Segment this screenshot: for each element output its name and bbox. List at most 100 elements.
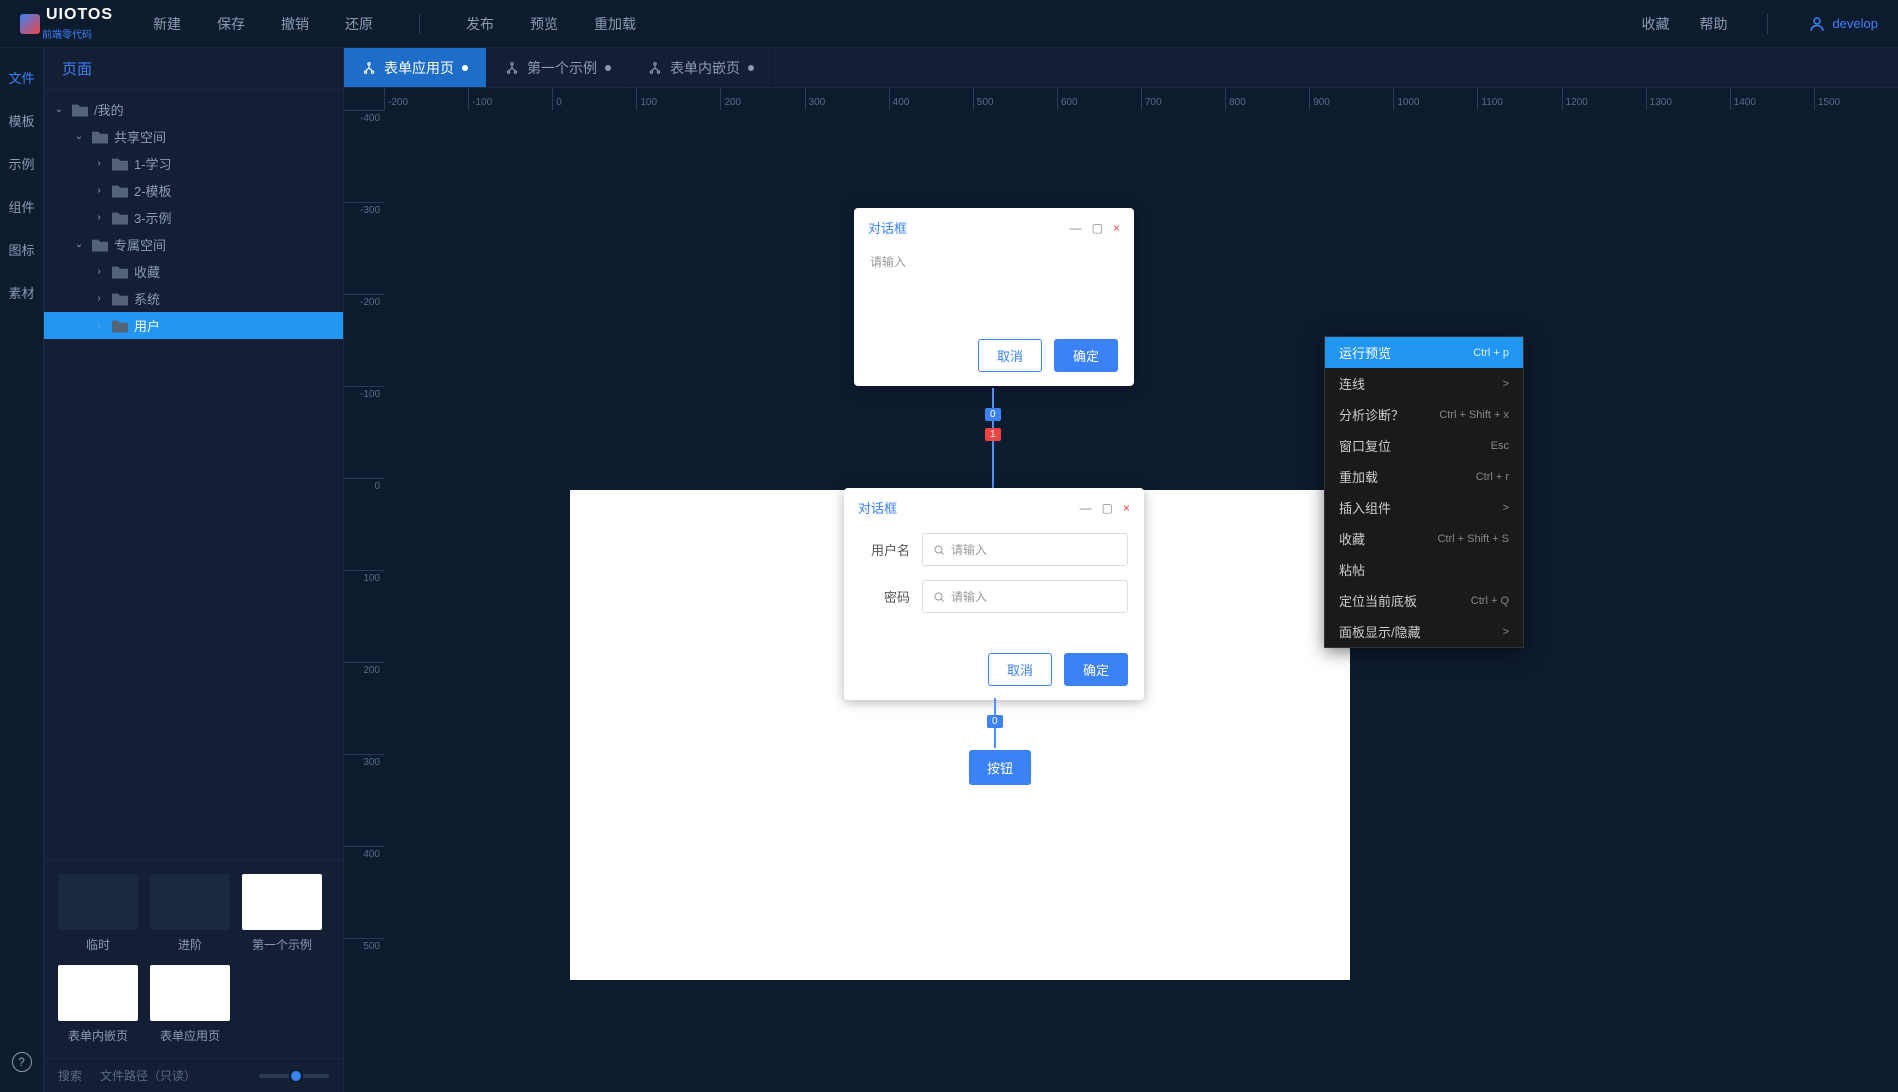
ruler-tick: 300 [344,754,384,846]
context-menu-item[interactable]: 窗口复位Esc [1325,430,1523,461]
bottom-bar: 搜索 文件路径（只读） [44,1058,343,1092]
tree-item[interactable]: › 2-模板 [44,177,343,204]
context-shortcut: > [1503,626,1509,638]
username-label: 用户名 [860,540,910,559]
context-menu: 运行预览 Ctrl + p 连线>分析诊断？Ctrl + Shift + x窗口复位… [1324,336,1524,648]
menu-reload[interactable]: 重加载 [594,14,636,34]
cancel-button[interactable]: 取消 [988,653,1052,686]
tree-item[interactable]: ›3-示例 [44,204,343,231]
confirm-button[interactable]: 确定 [1054,339,1118,372]
context-label: 插入组件 [1339,498,1391,517]
tree-toggle-icon[interactable]: › [92,293,106,304]
close-icon[interactable]: × [1113,221,1120,235]
nav-example[interactable]: 示例 [8,154,34,173]
nav-asset[interactable]: 素材 [8,283,34,302]
ruler-tick: 0 [344,478,384,570]
tab[interactable]: 表单内嵌页 [630,48,773,87]
nav-icon[interactable]: 图标 [8,240,34,259]
context-label: 运行预览 [1339,343,1391,362]
context-menu-item[interactable]: 插入组件> [1325,492,1523,523]
ruler-tick: 300 [805,88,889,110]
thumb[interactable]: 表单应用页 [150,965,230,1044]
ruler-tick: 1400 [1730,88,1814,110]
nav-template[interactable]: 模板 [8,111,34,130]
dialog-form[interactable]: 对话框 — ▢ × 用户名 请输入 [844,488,1144,700]
dialog-top[interactable]: 对话框 — ▢ × 请输入 取消 确定 [854,208,1134,386]
thumb[interactable]: 临时 [58,874,138,953]
tree-label: 2-模板 [134,181,172,200]
context-menu-item[interactable]: 定位当前底板Ctrl + Q [1325,585,1523,616]
nav-file[interactable]: 文件 [8,68,34,87]
context-menu-item[interactable]: 分析诊断？Ctrl + Shift + x [1325,399,1523,430]
tree-toggle-icon[interactable]: › [92,185,106,196]
context-menu-item[interactable]: 面板显示/隐藏> [1325,616,1523,647]
minimize-icon[interactable]: — [1080,501,1092,515]
context-menu-item[interactable]: 连线> [1325,368,1523,399]
help-icon[interactable]: ? [12,1052,32,1072]
tree-item[interactable]: ›用户 [44,312,343,339]
ruler-tick: -100 [344,386,384,478]
menu-save[interactable]: 保存 [217,14,245,34]
canvas-area: 表单应用页第一个示例表单内嵌页 -200-1000100200300400500… [344,48,1898,1092]
tree-toggle-icon[interactable]: ⌄ [52,104,66,115]
search-label[interactable]: 搜索 [58,1067,82,1084]
minimize-icon[interactable]: — [1070,221,1082,235]
ruler-tick: 800 [1225,88,1309,110]
cancel-button[interactable]: 取消 [978,339,1042,372]
context-menu-item[interactable]: 收藏Ctrl + Shift + S [1325,523,1523,554]
tree-toggle-icon[interactable]: ⌄ [72,239,86,250]
connector-badge: 0 [985,408,1001,421]
unsaved-dot-icon [462,65,468,71]
thumb[interactable]: 进阶 [150,874,230,953]
ruler-tick: 100 [344,570,384,662]
nav-component[interactable]: 组件 [8,197,34,216]
thumb[interactable]: 第一个示例 [242,874,322,953]
tree-item[interactable]: ⌄/我的 [44,96,343,123]
menu-undo[interactable]: 撤销 [281,14,309,34]
context-menu-item[interactable]: 重加载Ctrl + r [1325,461,1523,492]
close-icon[interactable]: × [1123,501,1130,515]
tree-item[interactable]: ›系统 [44,285,343,312]
menu-new[interactable]: 新建 [153,14,181,34]
context-shortcut: Ctrl + Shift + x [1439,409,1509,421]
menu-preview[interactable]: 预览 [530,14,558,34]
tree-toggle-icon[interactable]: ⌄ [72,131,86,142]
context-menu-item[interactable]: 粘帖 [1325,554,1523,585]
folder-icon [92,130,108,144]
canvas-content[interactable]: 对话框 — ▢ × 请输入 取消 确定 0 1 [384,110,1898,1092]
tree-item[interactable]: ›1-学习 [44,150,343,177]
menu-favorite[interactable]: 收藏 [1641,14,1669,34]
tree-toggle-icon[interactable]: › [92,320,106,331]
tab[interactable]: 第一个示例 [487,48,630,87]
username-input[interactable]: 请输入 [922,533,1128,566]
ruler-tick: -300 [344,202,384,294]
tree-item[interactable]: ⌄专属空间 [44,231,343,258]
maximize-icon[interactable]: ▢ [1102,501,1113,515]
password-input[interactable]: 请输入 [922,580,1128,613]
dialog-textarea[interactable]: 请输入 [870,253,1118,313]
thumbnails: 临时 进阶 第一个示例 表单内嵌页 表单应用页 [44,859,343,1058]
zoom-slider[interactable] [259,1074,329,1078]
tree-toggle-icon[interactable]: › [92,212,106,223]
thumb[interactable]: 表单内嵌页 [58,965,138,1044]
context-shortcut: Ctrl + p [1473,347,1509,359]
confirm-button[interactable]: 确定 [1064,653,1128,686]
context-menu-item[interactable]: 运行预览 Ctrl + p [1325,337,1523,368]
tree-toggle-icon[interactable]: › [92,158,106,169]
menu-redo[interactable]: 还原 [345,14,373,34]
user-badge[interactable]: develop [1808,15,1878,33]
tree-toggle-icon[interactable]: › [92,266,106,277]
menu-help[interactable]: 帮助 [1699,14,1727,34]
canvas-button[interactable]: 按钮 [969,750,1031,785]
user-name: develop [1832,16,1878,31]
tree-item[interactable]: ⌄ 共享空间 [44,123,343,150]
menu-publish[interactable]: 发布 [466,14,494,34]
connector-badge: 1 [985,428,1001,441]
tab[interactable]: 表单应用页 [344,48,487,87]
tree-item[interactable]: ›收藏 [44,258,343,285]
hierarchy-icon [648,61,662,75]
maximize-icon[interactable]: ▢ [1092,221,1103,235]
folder-icon [92,238,108,252]
tree-label: 共享空间 [114,127,166,146]
dialog-title: 对话框 [858,498,897,517]
